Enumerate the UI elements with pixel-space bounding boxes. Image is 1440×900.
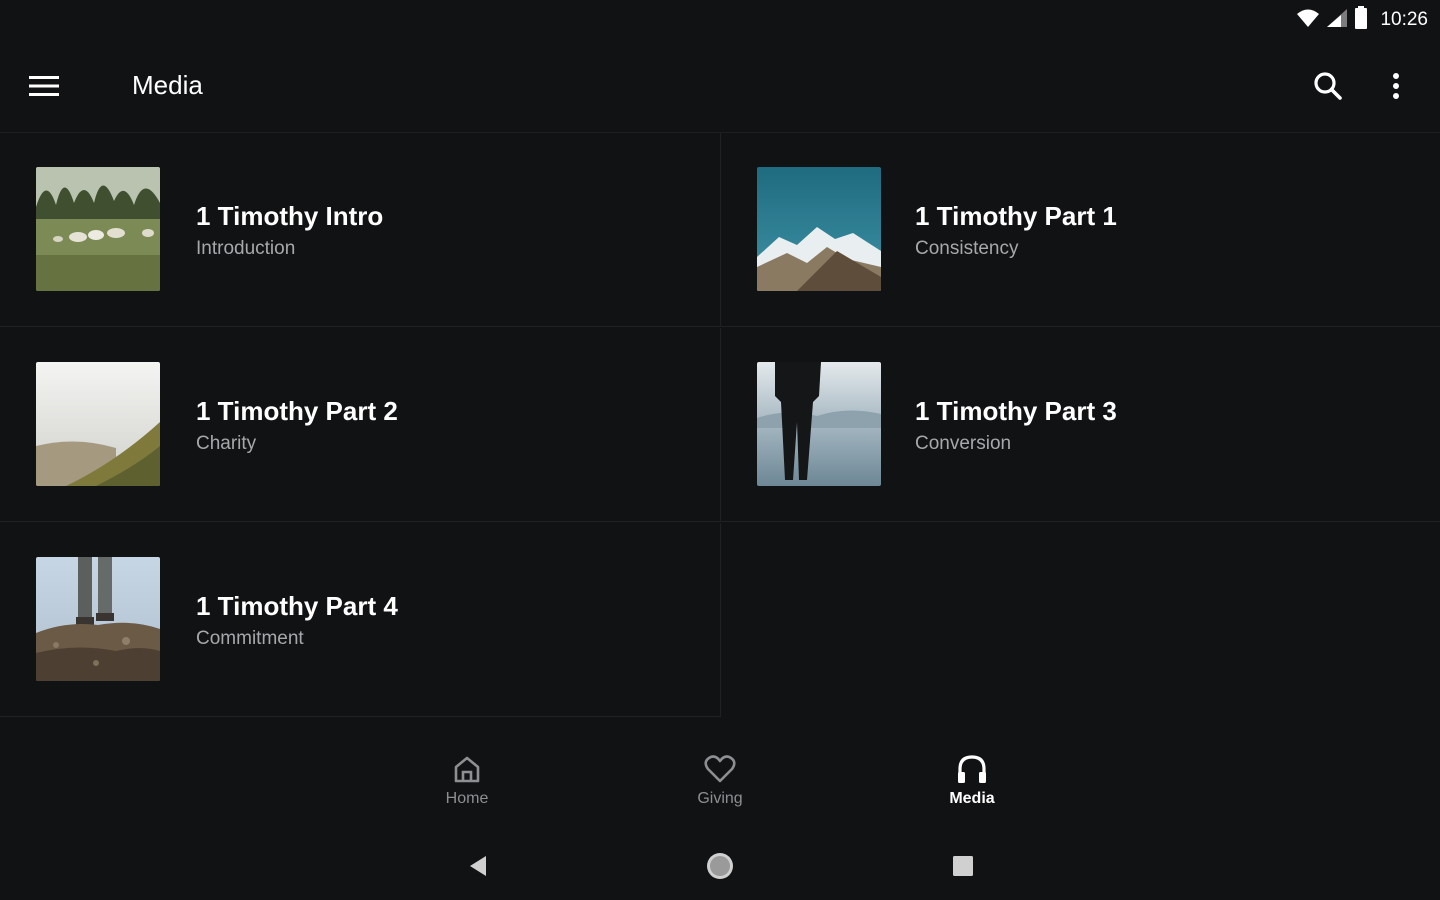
- wifi-icon: [1296, 8, 1320, 33]
- media-item[interactable]: 1 Timothy Part 1 Consistency: [721, 133, 1440, 327]
- media-item-subtitle: Conversion: [915, 433, 1012, 454]
- nav-label: Giving: [697, 790, 743, 807]
- nav-item-home[interactable]: Home: [407, 754, 527, 824]
- home-icon: [454, 756, 480, 783]
- media-thumbnail-misty-hillside: [36, 362, 160, 486]
- home-circle-icon: [707, 853, 733, 879]
- nav-label: Media: [949, 790, 995, 807]
- cell-signal-icon: [1326, 8, 1348, 33]
- nav-label: Home: [445, 790, 489, 807]
- system-back-button[interactable]: [458, 846, 498, 886]
- system-home-button[interactable]: [700, 846, 740, 886]
- battery-icon: [1354, 5, 1368, 35]
- menu-button[interactable]: [24, 66, 64, 106]
- system-recents-button[interactable]: [943, 846, 983, 886]
- media-item-subtitle: Consistency: [915, 238, 1019, 259]
- media-item[interactable]: 1 Timothy Part 3 Conversion: [721, 328, 1440, 522]
- bottom-navigation: Home Giving Media: [0, 740, 1440, 830]
- menu-icon: [29, 76, 59, 96]
- media-item-subtitle: Introduction: [196, 238, 296, 259]
- media-thumbnail-person-by-lake: [757, 362, 881, 486]
- media-thumbnail-legs-on-rocks: [36, 557, 160, 681]
- more-options-button[interactable]: [1376, 64, 1416, 108]
- media-thumbnail-sheep-field: [36, 167, 160, 291]
- search-button[interactable]: [1306, 64, 1350, 108]
- media-item-subtitle: Commitment: [196, 628, 304, 649]
- media-item[interactable]: 1 Timothy Part 2 Charity: [0, 328, 721, 522]
- media-item-title: 1 Timothy Part 4: [196, 591, 398, 621]
- heart-icon: [704, 755, 736, 783]
- media-item[interactable]: 1 Timothy Part 4 Commitment: [0, 523, 721, 717]
- media-item-subtitle: Charity: [196, 433, 257, 454]
- media-item-title: 1 Timothy Part 1: [915, 201, 1117, 231]
- nav-item-media[interactable]: Media: [912, 754, 1032, 824]
- app-bar: Media: [0, 40, 1440, 133]
- media-item-title: 1 Timothy Intro: [196, 201, 384, 231]
- headphones-icon: [958, 755, 986, 783]
- system-navigation-bar: [0, 838, 1440, 892]
- status-bar: 10:26: [0, 0, 1440, 40]
- search-icon: [1314, 72, 1342, 100]
- media-item-title: 1 Timothy Part 2: [196, 396, 398, 426]
- page-title: Media: [132, 70, 203, 100]
- media-item-title: 1 Timothy Part 3: [915, 396, 1117, 426]
- media-thumbnail-snowy-mountains: [757, 167, 881, 291]
- recents-icon: [953, 856, 973, 876]
- nav-item-giving[interactable]: Giving: [660, 754, 780, 824]
- back-icon: [470, 856, 486, 876]
- status-time: 10:26: [1380, 9, 1428, 30]
- media-item[interactable]: 1 Timothy Intro Introduction: [0, 133, 721, 327]
- more-vert-icon: [1393, 73, 1399, 99]
